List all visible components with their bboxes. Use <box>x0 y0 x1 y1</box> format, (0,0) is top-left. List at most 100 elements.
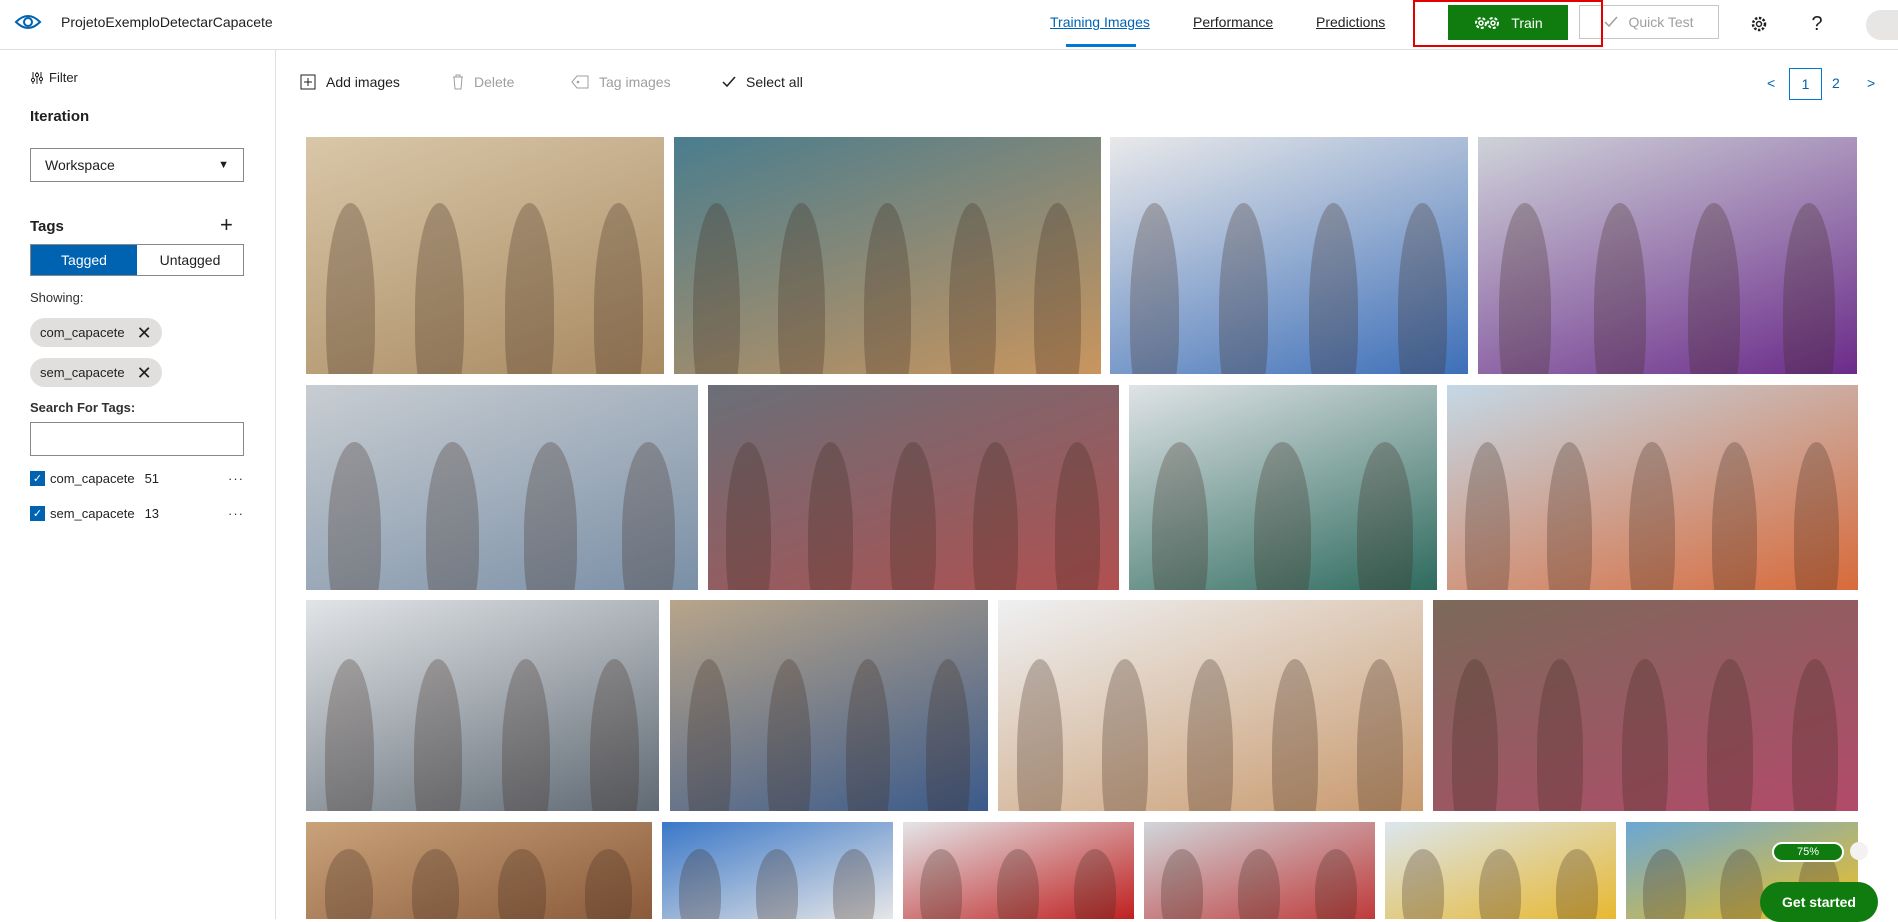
project-name: ProjetoExemploDetectarCapacete <box>61 14 273 30</box>
photo-figure <box>846 659 891 811</box>
tag-name: sem_capacete <box>50 505 135 521</box>
photo-figure <box>1643 849 1686 919</box>
photo-figure <box>413 659 463 811</box>
photo-figure <box>778 203 826 374</box>
photo-figure <box>1720 849 1763 919</box>
tag-images-button[interactable]: Tag images <box>571 74 671 90</box>
photo-figure <box>996 849 1040 919</box>
pager-page-1[interactable]: 1 <box>1789 68 1822 100</box>
more-options-icon[interactable]: ··· <box>228 506 244 521</box>
image-thumbnail[interactable] <box>306 385 698 590</box>
photo-figure <box>1398 203 1448 374</box>
add-images-label: Add images <box>326 74 400 90</box>
image-thumbnail[interactable] <box>1385 822 1616 919</box>
filter-label: Filter <box>49 70 78 85</box>
help-button[interactable]: ? <box>1805 12 1829 36</box>
tab-performance[interactable]: Performance <box>1193 14 1273 30</box>
photo-figure <box>1401 849 1445 919</box>
photo-figure <box>890 442 936 590</box>
image-thumbnail[interactable] <box>1447 385 1858 590</box>
photo-figure <box>1034 203 1082 374</box>
photo-figure <box>1151 442 1209 590</box>
tab-predictions[interactable]: Predictions <box>1316 14 1385 30</box>
gear-icon <box>1751 16 1767 32</box>
iteration-select[interactable]: Workspace ▼ <box>30 148 244 182</box>
tag-name: com_capacete <box>50 470 135 486</box>
close-icon[interactable]: ✕ <box>137 364 152 382</box>
photo-figure <box>808 442 854 590</box>
photo-figure <box>1101 659 1149 811</box>
delete-button[interactable]: Delete <box>452 74 514 90</box>
photo-figure <box>1254 442 1311 590</box>
photo-figure <box>1593 203 1646 374</box>
image-thumbnail[interactable] <box>662 822 893 919</box>
photo-figure <box>1706 659 1754 811</box>
photo-figure <box>755 849 799 919</box>
add-tag-button[interactable]: + <box>220 214 233 236</box>
image-thumbnail[interactable] <box>903 822 1134 919</box>
image-thumbnail[interactable] <box>1129 385 1437 590</box>
photo-figure <box>594 203 644 374</box>
photo-figure <box>1793 442 1840 590</box>
image-thumbnail[interactable] <box>1110 137 1468 374</box>
image-thumbnail[interactable] <box>998 600 1423 811</box>
photo-figure <box>1237 849 1281 919</box>
avatar[interactable] <box>1866 10 1898 40</box>
photo-figure <box>1555 849 1599 919</box>
close-icon[interactable]: ✕ <box>137 324 152 342</box>
photo-figure <box>1465 442 1511 590</box>
photo-figure <box>1016 659 1064 811</box>
check-icon <box>722 76 736 88</box>
image-thumbnail[interactable] <box>674 137 1101 374</box>
image-thumbnail[interactable] <box>1478 137 1857 374</box>
image-thumbnail[interactable] <box>670 600 988 811</box>
eye-logo-icon[interactable] <box>14 10 42 34</box>
tag-checkbox[interactable]: ✓ <box>30 470 45 486</box>
image-thumbnail[interactable] <box>1144 822 1375 919</box>
check-icon <box>1604 16 1618 28</box>
filter-button[interactable]: Filter <box>30 70 78 85</box>
tagged-option[interactable]: Tagged <box>31 245 137 275</box>
photo-figure <box>863 203 911 374</box>
select-all-label: Select all <box>746 74 803 90</box>
photo-figure <box>1271 659 1319 811</box>
photo-figure <box>692 203 740 374</box>
photo-figure <box>1186 659 1234 811</box>
photo-figure <box>1054 442 1101 590</box>
photo-figure <box>726 442 772 590</box>
settings-button[interactable] <box>1747 12 1771 36</box>
pager-prev[interactable]: < <box>1767 75 1775 91</box>
active-tab-indicator <box>1066 44 1136 47</box>
tag-row-sem-capacete: ✓ sem_capacete 13 ··· <box>30 503 244 523</box>
iteration-value: Workspace <box>45 157 115 173</box>
pager-page-2[interactable]: 2 <box>1832 75 1840 91</box>
untagged-option[interactable]: Untagged <box>137 245 243 275</box>
chip-label: sem_capacete <box>40 365 125 380</box>
photo-figure <box>1073 849 1117 919</box>
image-thumbnail[interactable] <box>1433 600 1858 811</box>
photo-figure <box>1547 442 1593 590</box>
progress-badge: 75% <box>1772 842 1844 862</box>
select-all-button[interactable]: Select all <box>722 74 803 90</box>
tag-checkbox[interactable]: ✓ <box>30 505 45 521</box>
image-thumbnail[interactable] <box>306 822 652 919</box>
photo-figure <box>325 659 374 811</box>
highlight-frame <box>1413 0 1603 47</box>
search-tags-input[interactable] <box>30 422 244 456</box>
image-thumbnail[interactable] <box>306 600 659 811</box>
more-options-icon[interactable]: ··· <box>228 471 244 486</box>
image-thumbnail[interactable] <box>708 385 1119 590</box>
photo-figure <box>1621 659 1669 811</box>
image-thumbnail[interactable] <box>306 137 664 374</box>
photo-figure <box>919 849 963 919</box>
photo-figure <box>1711 442 1757 590</box>
get-started-button[interactable]: Get started <box>1760 882 1878 922</box>
photo-figure <box>1129 203 1179 374</box>
add-images-button[interactable]: Add images <box>300 74 400 90</box>
pager-next[interactable]: > <box>1867 75 1875 91</box>
tab-training-images[interactable]: Training Images <box>1050 14 1150 30</box>
dismiss-dot[interactable] <box>1850 842 1868 860</box>
photo-figure <box>1356 442 1414 590</box>
photo-figure <box>925 659 970 811</box>
photo-figure <box>1219 203 1269 374</box>
